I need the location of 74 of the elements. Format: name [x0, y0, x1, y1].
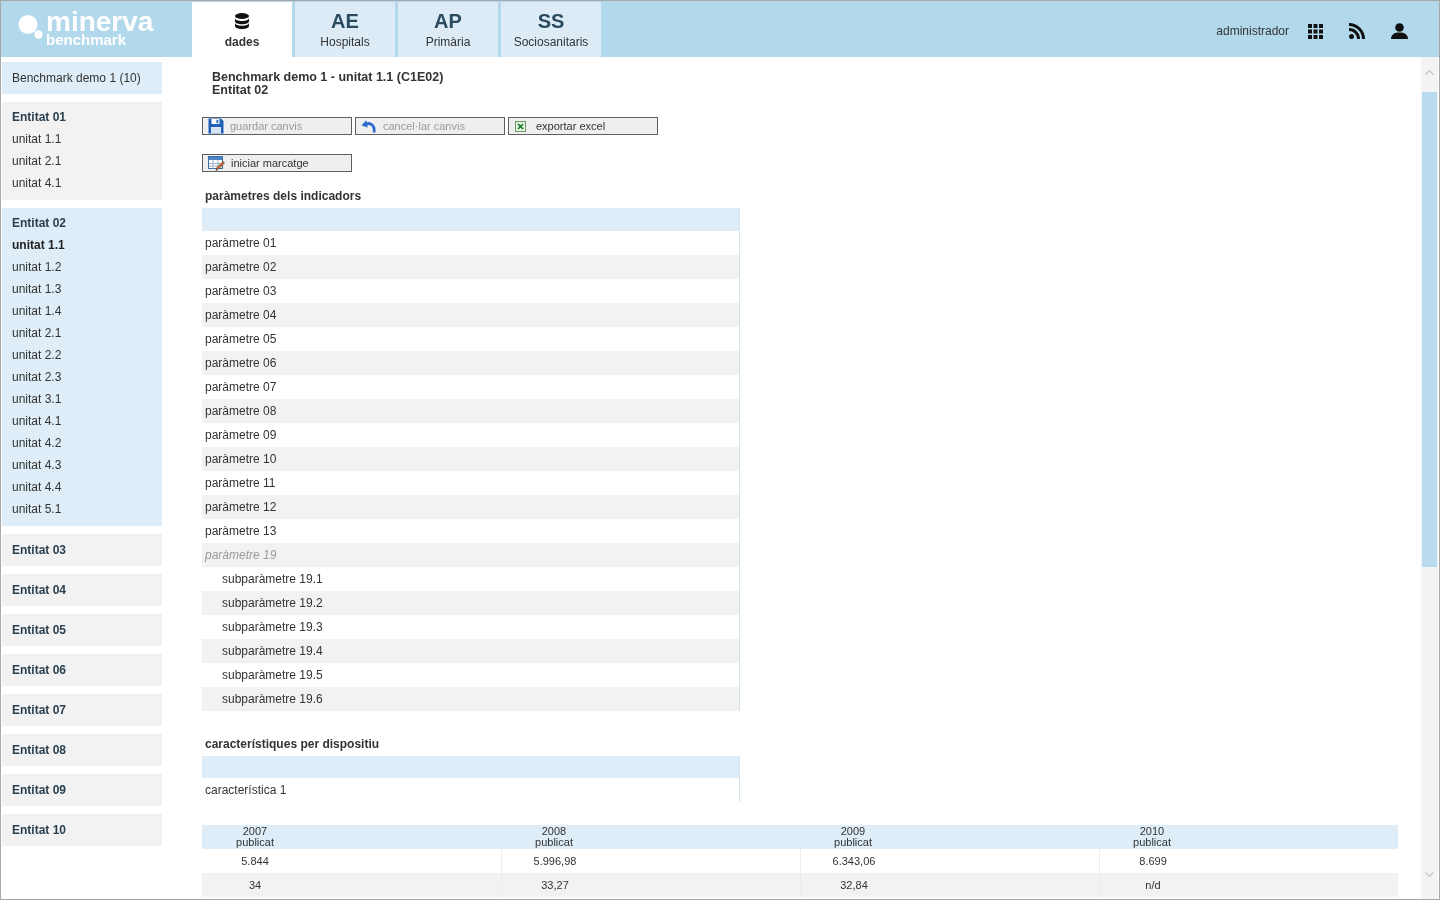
markup-button[interactable]: iniciar marcatge — [202, 154, 352, 172]
unit-link[interactable]: unitat 2.1 — [2, 322, 162, 344]
scroll-down-icon[interactable] — [1425, 872, 1434, 877]
table-cell: 5.844 — [241, 855, 269, 867]
column-status: publicat — [834, 837, 872, 848]
table-cell: 32,84 — [840, 879, 868, 891]
table-cell: 6.343,06 — [832, 855, 876, 867]
page-subtitle: Entitat 02 — [212, 84, 269, 97]
parameter-row[interactable]: paràmetre 12 — [202, 495, 739, 519]
unit-link[interactable]: unitat 1.4 — [2, 300, 162, 322]
user-icon[interactable] — [1391, 23, 1408, 39]
parameter-row[interactable]: paràmetre 06 — [202, 351, 739, 375]
user-name[interactable]: administrador — [1216, 24, 1289, 38]
unit-link[interactable]: unitat 1.1 — [2, 128, 162, 150]
table-cell: 5.996,98 — [533, 855, 577, 867]
unit-link[interactable]: unitat 5.1 — [2, 498, 162, 520]
column-year: 2007 — [242, 826, 268, 837]
unit-link[interactable]: unitat 4.1 — [2, 172, 162, 194]
unit-link[interactable]: unitat 4.3 — [2, 454, 162, 476]
benchmark-item[interactable]: Benchmark demo 1 (10) — [2, 62, 162, 94]
table-cell: 34 — [248, 879, 262, 891]
unit-link[interactable]: unitat 2.3 — [2, 366, 162, 388]
entity-item[interactable]: Entitat 05 — [2, 614, 162, 646]
scroll-up-icon[interactable] — [1425, 70, 1434, 75]
entity-item[interactable]: Entitat 06 — [2, 654, 162, 686]
unit-link[interactable]: unitat 1.3 — [2, 278, 162, 300]
unit-link[interactable]: unitat 2.1 — [2, 150, 162, 172]
section-heading: característiques per dispositiu — [205, 736, 380, 752]
page-title: Benchmark demo 1 - unitat 1.1 (C1E02) — [212, 71, 444, 84]
column-status: publicat — [1133, 837, 1171, 848]
scrollbar-thumb[interactable] — [1422, 92, 1437, 567]
column-year: 2009 — [840, 826, 866, 837]
export-button[interactable]: exportar excel — [508, 117, 658, 135]
parameter-row[interactable]: paràmetre 08 — [202, 399, 739, 423]
unit-link[interactable]: unitat 2.2 — [2, 344, 162, 366]
spreadsheet-icon — [515, 120, 526, 132]
table-cell: 33,27 — [541, 879, 569, 891]
entity-item[interactable]: Entitat 08 — [2, 734, 162, 766]
unit-link[interactable]: unitat 4.4 — [2, 476, 162, 498]
unit-link[interactable]: unitat 1.1 — [2, 234, 162, 256]
unit-link[interactable]: unitat 3.1 — [2, 388, 162, 410]
entity-item[interactable]: Entitat 04 — [2, 574, 162, 606]
table-cell: n/d — [1145, 879, 1161, 891]
entity-item[interactable]: Entitat 10 — [2, 814, 162, 846]
column-year: 2010 — [1139, 826, 1165, 837]
entity-item[interactable]: Entitat 07 — [2, 694, 162, 726]
parameter-row[interactable]: paràmetre 04 — [202, 303, 739, 327]
nav-tab[interactable]: AE Hospitals — [295, 2, 395, 57]
scrollbar[interactable] — [1421, 57, 1438, 899]
nav-tab[interactable]: dades — [192, 2, 292, 57]
database-icon — [235, 13, 249, 29]
section-heading: paràmetres dels indicadors — [205, 188, 362, 204]
entity-item[interactable]: Entitat 03 — [2, 534, 162, 566]
unit-link[interactable]: unitat 1.2 — [2, 256, 162, 278]
rss-icon[interactable] — [1349, 23, 1365, 39]
unit-link[interactable]: unitat 4.2 — [2, 432, 162, 454]
column-status: publicat — [236, 837, 274, 848]
table-cell: 8.699 — [1139, 855, 1167, 867]
nav-tab[interactable]: AP Primària — [398, 2, 498, 57]
logo-icon — [18, 15, 43, 39]
parameter-row[interactable]: paràmetre 02 — [202, 255, 739, 279]
nav-tab[interactable]: SS Sociosanitaris — [501, 2, 601, 57]
column-year: 2008 — [541, 826, 567, 837]
entity-link[interactable]: Entitat 02 — [2, 212, 162, 234]
parameter-row[interactable]: paràmetre 10 — [202, 447, 739, 471]
logo-name: minerva — [46, 10, 154, 34]
table-edit-icon — [208, 155, 225, 171]
entity-item[interactable]: Entitat 09 — [2, 774, 162, 806]
entity-link[interactable]: Entitat 01 — [2, 106, 162, 128]
logo-tagline: benchmark — [46, 34, 127, 45]
unit-link[interactable]: unitat 4.1 — [2, 410, 162, 432]
column-status: publicat — [535, 837, 573, 848]
apps-grid-icon[interactable] — [1308, 23, 1323, 39]
undo-icon — [361, 118, 377, 134]
